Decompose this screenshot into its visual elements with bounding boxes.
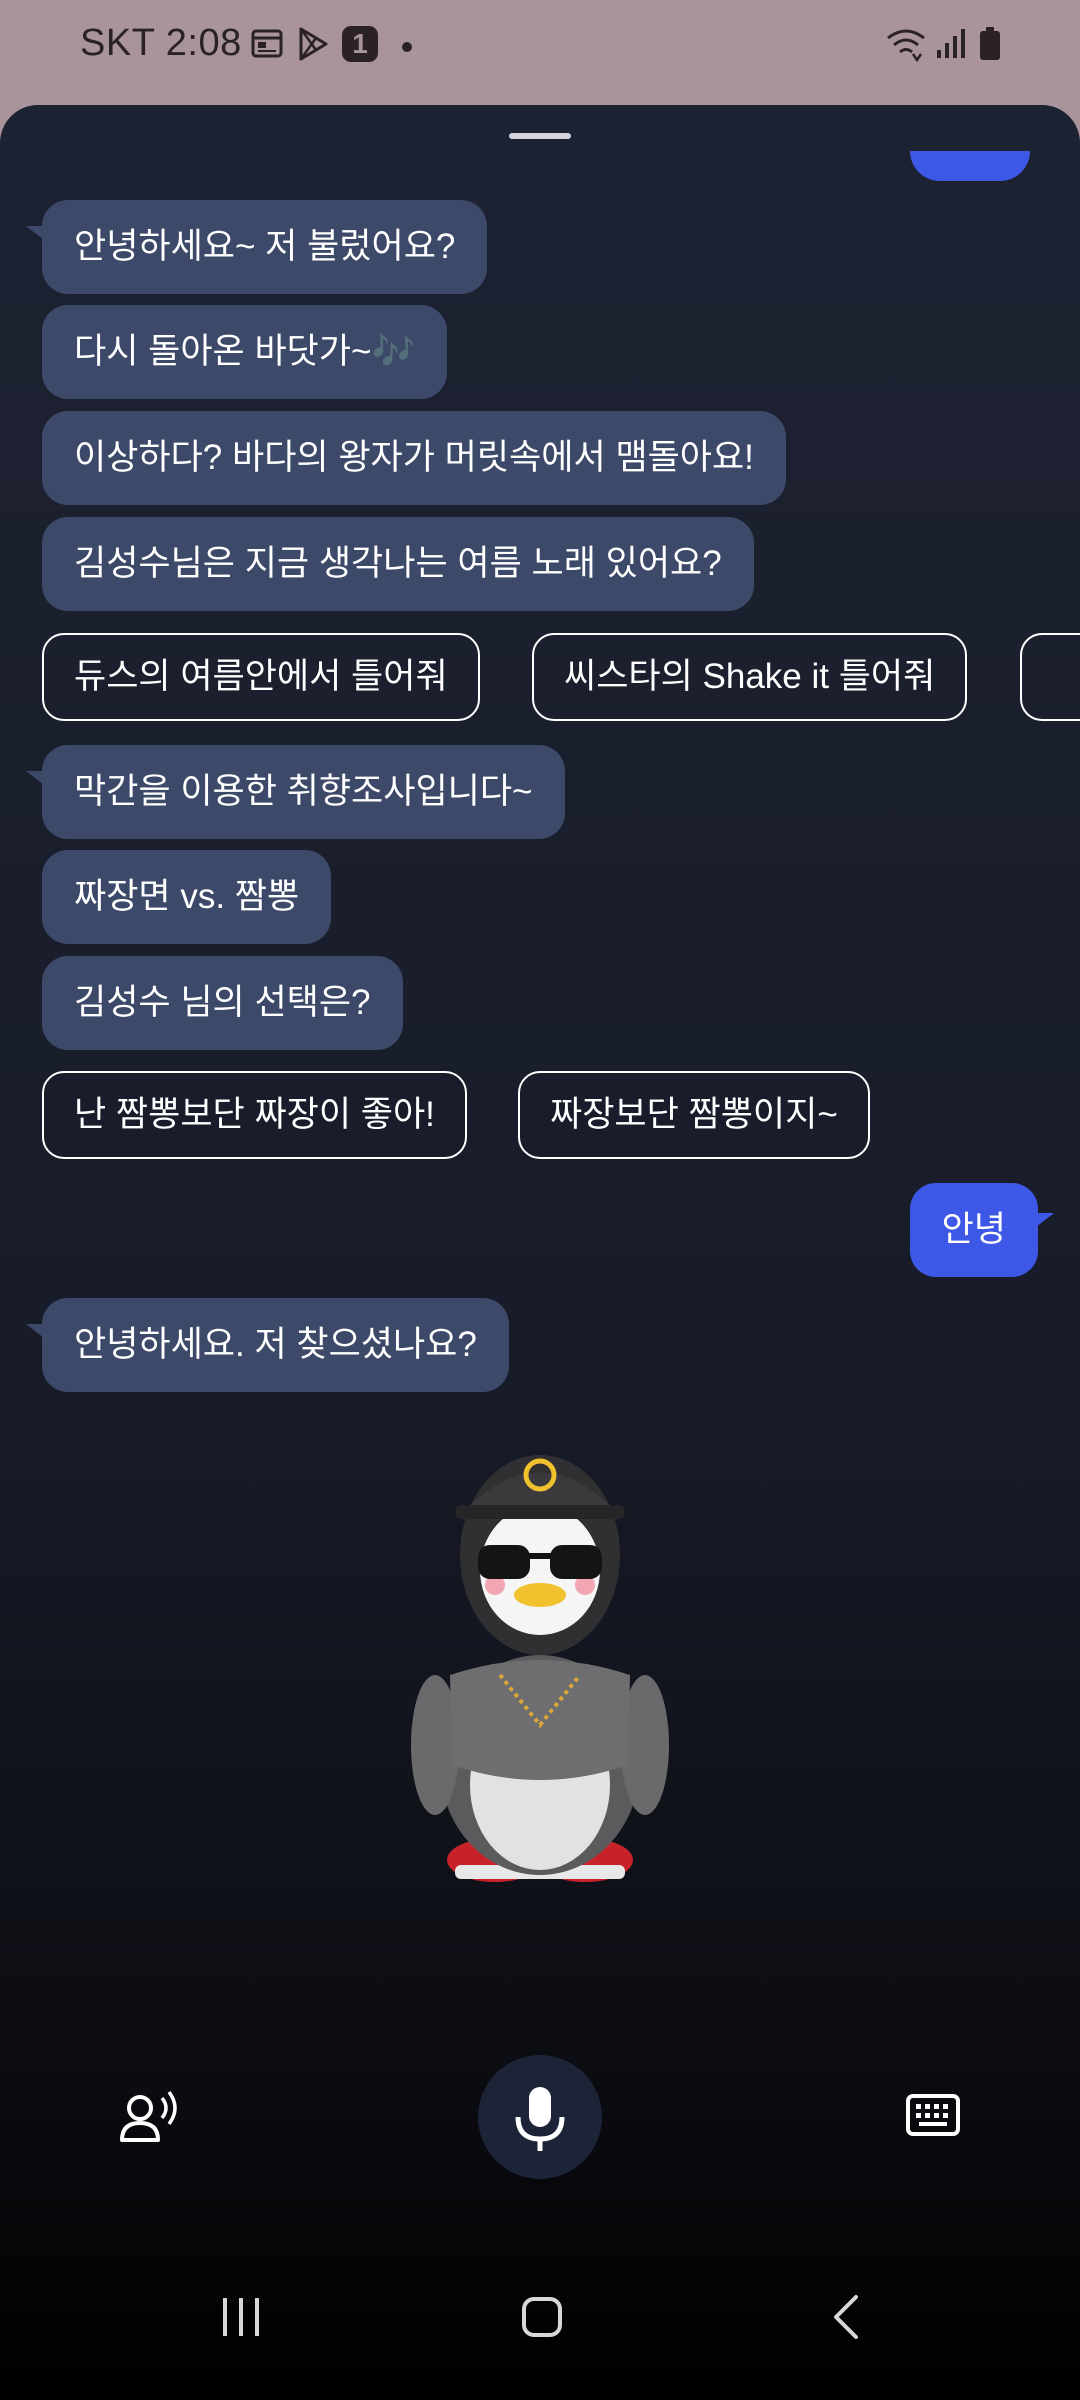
keyboard-icon[interactable] bbox=[905, 2093, 961, 2137]
play-store-icon bbox=[299, 27, 328, 61]
bot-message: 안녕하세요~ 저 불렀어요? bbox=[25, 200, 488, 294]
voice-settings-icon[interactable] bbox=[118, 2090, 178, 2146]
bot-message: 다시 돌아온 바닷가~🎶 bbox=[42, 305, 448, 399]
battery-icon bbox=[980, 27, 1000, 60]
previous-user-bubble bbox=[910, 151, 1030, 181]
suggestion-chip[interactable]: 짜장보단 짬뽕이지~ bbox=[518, 1071, 870, 1159]
calendar-icon bbox=[251, 29, 283, 58]
wifi-icon bbox=[887, 29, 925, 62]
bot-message: 김성수 님의 선택은? bbox=[42, 956, 403, 1050]
user-message: 안녕 bbox=[909, 1183, 1055, 1277]
status-time: SKT 2:08 bbox=[80, 22, 242, 64]
recent-apps-icon[interactable] bbox=[218, 2295, 264, 2339]
badge-1-text: 1 bbox=[352, 28, 368, 59]
microphone-icon bbox=[515, 2087, 565, 2151]
home-icon[interactable] bbox=[520, 2295, 564, 2339]
badge-1-icon: 1 bbox=[342, 26, 378, 62]
system-nav-bar bbox=[0, 2245, 1080, 2400]
status-bar: SKT 2:08 1 bbox=[0, 0, 1080, 105]
drag-handle[interactable] bbox=[509, 133, 571, 139]
bot-message: 이상하다? 바다의 왕자가 머릿속에서 맴돌아요! bbox=[42, 411, 786, 505]
bot-message: 짜장면 vs. 짬뽕 bbox=[42, 850, 332, 944]
bot-message: 안녕하세요. 저 찾으셨나요? bbox=[26, 1298, 509, 1392]
assistant-panel: 안녕하세요~ 저 불렀어요? 다시 돌아온 바닷가~🎶 이상하다? 바다의 왕자… bbox=[0, 105, 1080, 2400]
suggestion-chip[interactable]: 씨스타의 Shake it 틀어줘 bbox=[532, 633, 968, 721]
penguin-mascot bbox=[411, 1455, 669, 1882]
suggestion-chip[interactable]: 듀스의 여름안에서 틀어줘 bbox=[42, 633, 480, 721]
microphone-button[interactable] bbox=[478, 2055, 602, 2179]
notification-dot-icon bbox=[402, 42, 412, 52]
suggestion-chip-partial[interactable] bbox=[1020, 633, 1080, 721]
bot-message: 김성수님은 지금 생각나는 여름 노래 있어요? bbox=[42, 517, 754, 611]
suggestion-chip[interactable]: 난 짬뽕보단 짜장이 좋아! bbox=[42, 1071, 467, 1159]
back-icon[interactable] bbox=[828, 2293, 864, 2341]
bot-message: 막간을 이용한 취향조사입니다~ bbox=[26, 745, 565, 839]
signal-icon bbox=[937, 29, 965, 58]
